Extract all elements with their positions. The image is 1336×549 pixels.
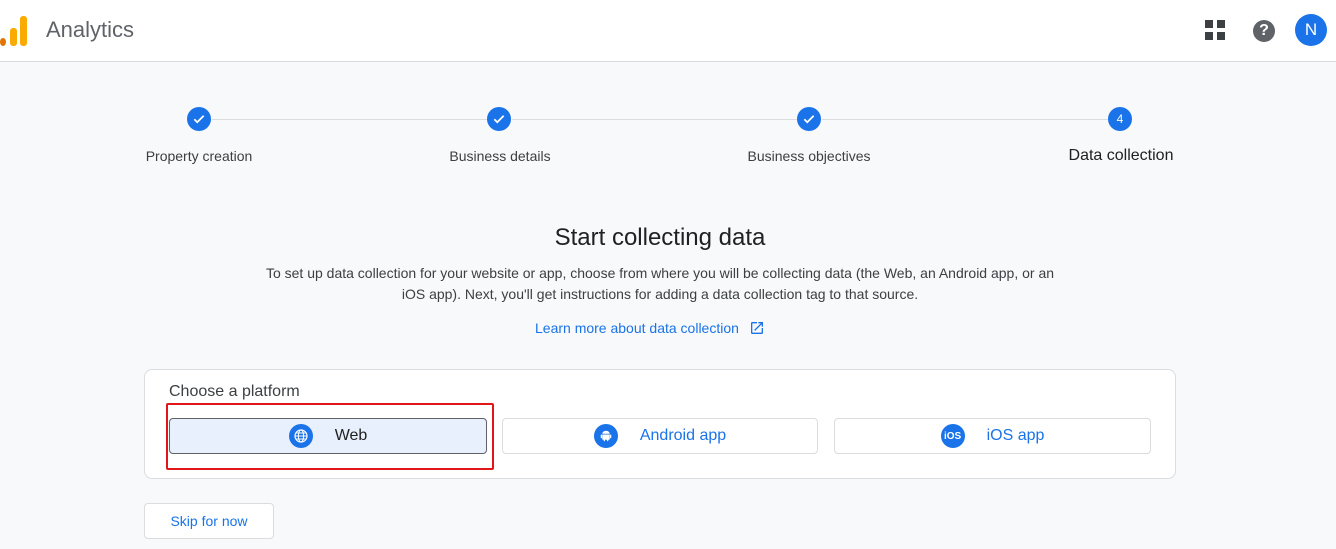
analytics-logo bbox=[0, 16, 30, 46]
app-title: Analytics bbox=[46, 17, 135, 42]
open-in-new-icon bbox=[750, 322, 763, 334]
avatar[interactable]: N bbox=[1295, 14, 1327, 46]
help-icon[interactable]: ? bbox=[1253, 20, 1275, 42]
step-3-check-icon bbox=[797, 107, 821, 131]
step-connector bbox=[512, 119, 798, 120]
step-2-check-icon bbox=[487, 107, 511, 131]
page-description: To set up data collection for your websi… bbox=[265, 265, 1055, 302]
globe-icon bbox=[288, 424, 313, 448]
step-1-check-icon bbox=[187, 107, 211, 131]
skip-for-now-button[interactable]: Skip for now bbox=[144, 503, 274, 539]
top-app-bar: Analytics ? N bbox=[0, 0, 1336, 62]
platform-card-title: Choose a platform bbox=[169, 383, 300, 400]
page-title: Start collecting data bbox=[554, 224, 766, 251]
learn-more-link[interactable]: Learn more about data collection bbox=[535, 320, 765, 336]
web-platform-button[interactable]: Web bbox=[169, 418, 487, 454]
learn-more-label: Learn more about data collection bbox=[535, 320, 739, 336]
step-label-business-objectives: Business objectives bbox=[747, 148, 871, 164]
step-4-number: 4 bbox=[1108, 107, 1132, 131]
android-platform-button[interactable]: Android app bbox=[502, 418, 818, 454]
step-connector bbox=[822, 119, 1108, 120]
setup-stepper: 4 Property creation Business details Bus… bbox=[0, 95, 1336, 175]
ios-label: iOS app bbox=[986, 427, 1045, 444]
ios-platform-button[interactable]: iOS iOS app bbox=[834, 418, 1151, 454]
step-label-business-details: Business details bbox=[449, 148, 551, 164]
platform-card: Choose a platform Web Android app iOS iO… bbox=[144, 369, 1176, 479]
web-label: Web bbox=[334, 427, 368, 444]
apps-grid-icon[interactable] bbox=[1205, 20, 1225, 40]
step-label-property-creation: Property creation bbox=[145, 148, 253, 164]
android-icon bbox=[593, 424, 618, 448]
step-label-data-collection: Data collection bbox=[1068, 147, 1174, 164]
ios-icon: iOS bbox=[940, 424, 965, 448]
step-connector bbox=[212, 119, 488, 120]
android-label: Android app bbox=[639, 427, 727, 444]
